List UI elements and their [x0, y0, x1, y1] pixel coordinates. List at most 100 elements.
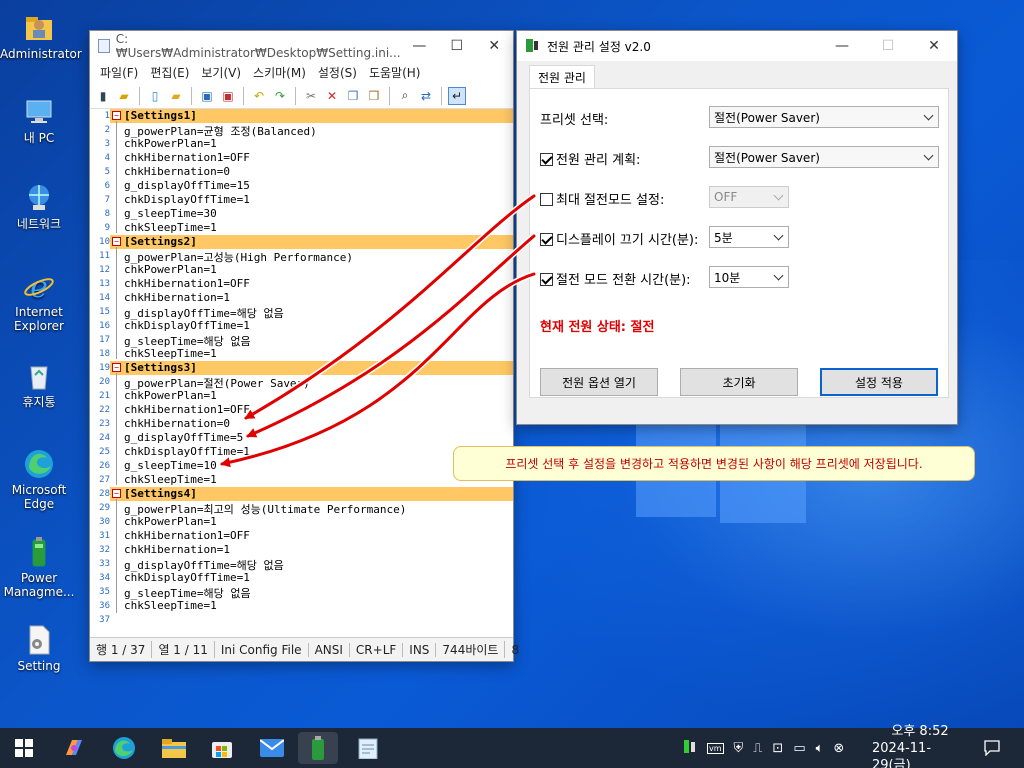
line-number: 20: [99, 377, 110, 387]
code-line: chkHibernation1=OFF: [124, 529, 250, 542]
preset-select[interactable]: 절전(Power Saver): [709, 106, 939, 128]
display-off-checkbox[interactable]: [540, 233, 553, 246]
menu-settings[interactable]: 설정(S): [312, 64, 363, 81]
line-number: 11: [99, 251, 110, 261]
desktop-icon-edge[interactable]: Microsoft Edge: [0, 448, 78, 511]
preset-label: 프리셋 선택:: [540, 113, 609, 128]
plan-checkbox[interactable]: [540, 153, 553, 166]
notepad-taskbar-icon[interactable]: [348, 732, 388, 764]
apply-settings-button[interactable]: 설정 적용: [820, 368, 938, 396]
display-off-option[interactable]: 디스플레이 끄기 시간(분):: [540, 229, 698, 248]
code-line: g_displayOffTime=5: [124, 431, 244, 444]
desktop-icon-label: Internet Explorer: [14, 305, 64, 333]
reset-button[interactable]: 초기화: [680, 368, 798, 396]
file-explorer-icon[interactable]: [154, 732, 194, 764]
clock[interactable]: 오후 8:52 2024-11-29(금): [872, 724, 968, 768]
menu-edit[interactable]: 편집(E): [144, 64, 195, 81]
network-tray-icon[interactable]: ▭: [793, 741, 805, 756]
menu-schema[interactable]: 스키마(M): [247, 64, 312, 81]
sleep-select[interactable]: 10분: [709, 266, 789, 288]
new-file-icon[interactable]: ▯: [146, 87, 164, 105]
line-number: 17: [99, 335, 110, 345]
minimize-button[interactable]: —: [819, 31, 865, 61]
display-off-select[interactable]: 5분: [709, 226, 789, 248]
maximize-button[interactable]: ☐: [865, 31, 911, 61]
line-number: 32: [99, 545, 110, 555]
desktop-icon-network[interactable]: 네트워크: [0, 182, 78, 231]
code-line: chkSleepTime=1: [124, 221, 217, 234]
store-icon[interactable]: [202, 732, 242, 764]
battery-tray-icon[interactable]: [683, 738, 697, 758]
line-number: 23: [99, 419, 110, 429]
maximize-button[interactable]: ☐: [438, 31, 475, 61]
fold-toggle-icon[interactable]: −: [112, 363, 121, 372]
delete-icon[interactable]: ✕: [323, 87, 341, 105]
replace-icon[interactable]: ⇄: [417, 87, 435, 105]
section-header: [Settings1]: [124, 109, 197, 122]
menu-view[interactable]: 보기(V): [195, 64, 247, 81]
fold-toggle-icon[interactable]: −: [112, 489, 121, 498]
sleep-checkbox[interactable]: [540, 273, 553, 286]
power-status-text: 현재 전원 상태: 절전: [540, 320, 655, 335]
menu-file[interactable]: 파일(F): [94, 64, 144, 81]
find-icon[interactable]: ⌕: [396, 87, 414, 105]
code-line: chkDisplayOffTime=1: [124, 319, 250, 332]
code-line: chkPowerPlan=1: [124, 515, 217, 528]
desktop-icon-setting[interactable]: Setting: [0, 624, 78, 673]
status-line: 행 1 / 37: [90, 641, 153, 658]
vm-tray-icon[interactable]: vm: [707, 742, 724, 754]
copilot-icon[interactable]: [54, 732, 94, 764]
sleep-option[interactable]: 절전 모드 전환 시간(분):: [540, 269, 691, 288]
line-number: 29: [99, 503, 110, 513]
folder-icon[interactable]: ▰: [167, 87, 185, 105]
edge-taskbar-icon[interactable]: [104, 732, 144, 764]
code-line: chkDisplayOffTime=1: [124, 571, 250, 584]
copy-icon[interactable]: ❐: [344, 87, 362, 105]
cut-icon[interactable]: ✂: [302, 87, 320, 105]
close-button[interactable]: ✕: [476, 31, 513, 61]
desktop-icon-administrator[interactable]: Administrator: [0, 12, 82, 61]
paste-icon[interactable]: ❒: [365, 87, 383, 105]
power-titlebar[interactable]: 전원 관리 설정 v2.0 — ☐ ✕: [517, 31, 957, 61]
plan-option[interactable]: 전원 관리 계획:: [540, 149, 640, 168]
close-circle-icon[interactable]: ⊗: [833, 741, 844, 756]
fold-toggle-icon[interactable]: −: [112, 111, 121, 120]
book-icon[interactable]: ▮: [94, 87, 112, 105]
tab-power-management[interactable]: 전원 관리: [529, 65, 595, 89]
undo-icon[interactable]: ↶: [250, 87, 268, 105]
notepad-titlebar[interactable]: C:₩Users₩Administrator₩Desktop₩Setting.i…: [90, 31, 513, 61]
status-encoding: ANSI: [309, 642, 350, 657]
open-power-options-button[interactable]: 전원 옵션 열기: [540, 368, 658, 396]
desktop-icon-recycle-bin[interactable]: 휴지통: [0, 360, 78, 409]
minimize-button[interactable]: —: [401, 31, 438, 61]
usb-icon[interactable]: ⎍: [753, 741, 762, 756]
desktop-icon-internet-explorer[interactable]: e Internet Explorer: [0, 270, 78, 333]
security-icon[interactable]: ⛨: [734, 741, 744, 756]
editor-area[interactable]: −1 [Settings1] 2 g_powerPlan=균형 조정(Balanced…: [90, 109, 513, 637]
start-button[interactable]: [4, 732, 44, 764]
menu-help[interactable]: 도움말(H): [363, 64, 427, 81]
clock-date: 2024-11-29(금): [872, 740, 932, 768]
redo-icon[interactable]: ↷: [271, 87, 289, 105]
mail-icon[interactable]: [252, 732, 292, 764]
fold-toggle-icon[interactable]: −: [112, 237, 121, 246]
desktop-icon-power-management[interactable]: Power Managme...: [0, 536, 78, 599]
line-number: 6: [104, 181, 110, 191]
hibernate-checkbox[interactable]: [540, 193, 553, 206]
line-number: 7: [104, 195, 110, 205]
wrap-icon[interactable]: ↵: [448, 86, 466, 105]
line-number: 14: [99, 293, 110, 303]
desktop-icon-my-pc[interactable]: 내 PC: [0, 96, 78, 145]
power-management-taskbar-icon[interactable]: [298, 732, 338, 764]
save-icon[interactable]: ▣: [198, 87, 216, 105]
close-button[interactable]: ✕: [911, 31, 957, 61]
meet-icon[interactable]: ⊡: [772, 741, 783, 756]
plan-select[interactable]: 절전(Power Saver): [709, 146, 939, 168]
code-line: chkHibernation=1: [124, 543, 230, 556]
volume-icon[interactable]: 🔈︎: [816, 741, 824, 756]
notification-icon[interactable]: [984, 728, 1000, 768]
hibernate-option[interactable]: 최대 절전모드 설정:: [540, 189, 664, 208]
save-as-icon[interactable]: ▣: [219, 87, 237, 105]
open-folder-icon[interactable]: ▰: [115, 87, 133, 105]
chevron-down-icon: [773, 270, 784, 281]
